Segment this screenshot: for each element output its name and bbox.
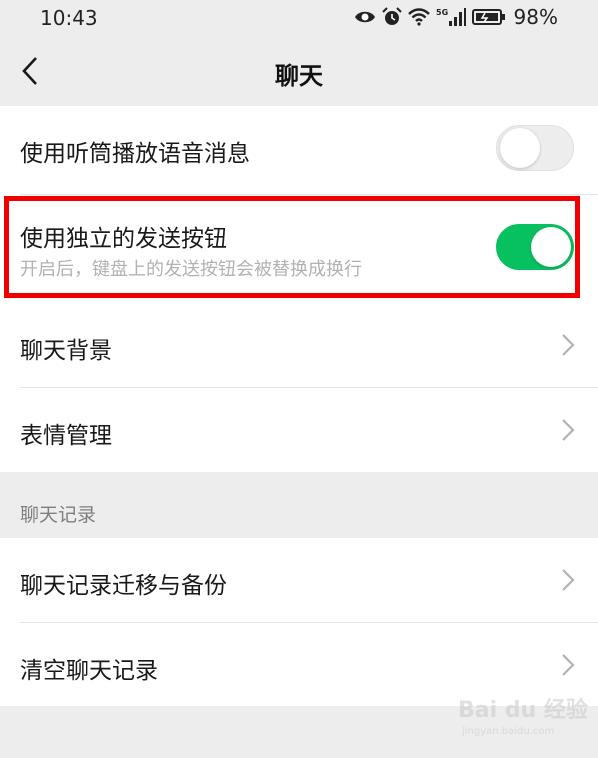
eye-icon [354, 11, 375, 23]
status-bar: 10:43 5G 98% [0, 0, 598, 36]
setting-label-migrate: 聊天记录迁移与备份 [20, 573, 227, 599]
svg-text:5G: 5G [436, 8, 448, 17]
setting-label-clear: 清空聊天记录 [20, 658, 158, 684]
baidu-watermark: Bai du 经验 jingyan.baidu.com [458, 692, 588, 742]
send-button-toggle[interactable] [496, 224, 574, 270]
watermark-text: Bai du 经验 [458, 698, 588, 723]
setting-label-send-button: 使用独立的发送按钮 [20, 226, 227, 252]
setting-label-stickers: 表情管理 [20, 423, 112, 449]
toggle-knob [500, 128, 540, 168]
section-title-history: 聊天记录 [20, 504, 97, 526]
setting-row-stickers[interactable]: 表情管理 [0, 388, 598, 472]
settings-group-chat: 使用听筒播放语音消息 使用独立的发送按钮 开启后，键盘上的发送按钮会被替换成换行… [0, 106, 598, 472]
watermark-url: jingyan.baidu.com [462, 726, 555, 737]
setting-row-send-button[interactable]: 使用独立的发送按钮 开启后，键盘上的发送按钮会被替换成换行 [0, 195, 598, 303]
battery-percent: 98% [513, 5, 558, 29]
chevron-right-icon [562, 334, 575, 356]
battery-icon [471, 9, 505, 25]
earpiece-toggle[interactable] [496, 125, 574, 171]
setting-row-migrate[interactable]: 聊天记录迁移与备份 [0, 538, 598, 622]
page-title: 聊天 [275, 62, 323, 90]
nav-bar: 聊天 [0, 36, 598, 106]
setting-label-background: 聊天背景 [20, 338, 112, 364]
setting-row-earpiece[interactable]: 使用听筒播放语音消息 [0, 106, 598, 194]
setting-desc-send-button: 开启后，键盘上的发送按钮会被替换成换行 [20, 259, 362, 280]
chevron-right-icon [562, 654, 575, 676]
status-time: 10:43 [40, 6, 98, 30]
wifi-icon [407, 8, 430, 26]
toggle-knob [531, 227, 571, 267]
5g-signal-icon: 5G [436, 8, 466, 26]
setting-row-background[interactable]: 聊天背景 [0, 303, 598, 387]
chevron-right-icon [562, 569, 575, 591]
settings-group-history: 聊天记录迁移与备份 清空聊天记录 [0, 538, 598, 706]
chevron-right-icon [562, 419, 575, 441]
status-icons: 5G 98% [354, 5, 558, 29]
alarm-icon [381, 7, 402, 25]
setting-label-earpiece: 使用听筒播放语音消息 [20, 141, 250, 167]
